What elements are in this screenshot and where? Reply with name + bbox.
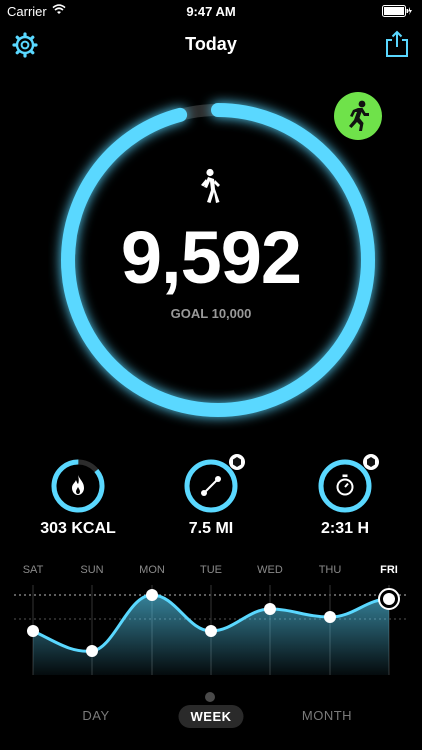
flame-icon (72, 475, 84, 495)
point-sun[interactable] (86, 645, 98, 657)
duration-ring (317, 454, 379, 514)
running-person-icon (349, 100, 369, 131)
stopwatch-icon (336, 474, 354, 496)
goal-value: 10,000 (211, 306, 252, 321)
tab-week[interactable]: WEEK (178, 705, 244, 728)
period-tabs: DAY WEEK MONTH (0, 700, 422, 740)
distance-ring (183, 454, 245, 514)
share-icon[interactable] (384, 30, 410, 58)
weekly-curve-graphic (14, 585, 408, 675)
weekly-steps-graph: SAT SUN MON TUE WED THU FRI (0, 555, 422, 685)
point-tue[interactable] (205, 625, 217, 637)
point-sat[interactable] (27, 625, 39, 637)
achievement-badge-icon (229, 454, 245, 470)
point-wed[interactable] (264, 603, 276, 615)
goal-label: GOAL 10,000 (0, 306, 422, 321)
duration-metric[interactable]: 2:31 H (295, 454, 395, 538)
distance-metric[interactable]: 7.5 MI (161, 454, 261, 538)
achievement-badge-icon (363, 454, 379, 470)
point-mon[interactable] (146, 589, 158, 601)
calories-ring (50, 458, 106, 514)
status-time: 9:47 AM (186, 4, 236, 19)
tab-day[interactable]: DAY (82, 708, 109, 723)
step-count: 9,592 (120, 216, 302, 299)
nav-bar: Today (0, 22, 422, 66)
calories-metric[interactable]: 303 KCAL (28, 458, 128, 538)
duration-value: 2:31 H (320, 520, 370, 537)
calories-value: 303 KCAL (40, 520, 116, 537)
walking-person-icon (201, 168, 220, 203)
point-fri[interactable] (383, 593, 395, 605)
page-title: Today (185, 34, 237, 54)
tab-month[interactable]: MONTH (302, 708, 352, 723)
distance-value: 7.5 MI (188, 520, 234, 537)
battery-icon (382, 5, 412, 17)
point-thu[interactable] (324, 611, 336, 623)
route-icon (201, 476, 221, 496)
status-bar: Carrier 9:47 AM (0, 0, 422, 22)
start-workout-button[interactable] (334, 92, 382, 140)
goal-prefix: GOAL (170, 306, 208, 321)
